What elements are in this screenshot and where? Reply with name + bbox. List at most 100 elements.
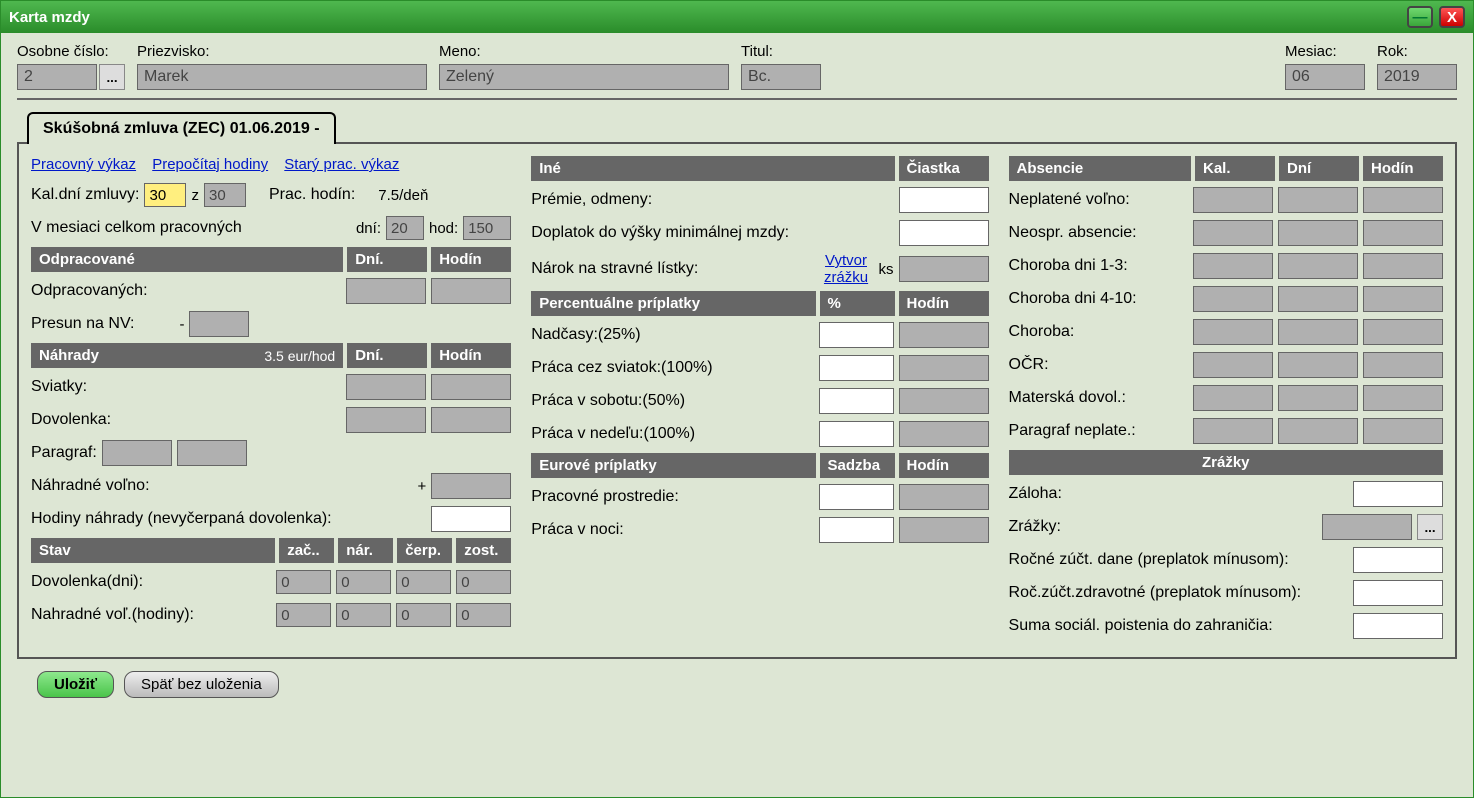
ch-hod[interactable] bbox=[1363, 319, 1443, 345]
sviatky-dni-input[interactable] bbox=[346, 374, 426, 400]
odpracovanych-hodin-input[interactable] bbox=[431, 278, 511, 304]
sviatok-pct-input[interactable] bbox=[819, 355, 894, 381]
ch13-hod[interactable] bbox=[1363, 253, 1443, 279]
nv-zost[interactable] bbox=[456, 603, 511, 627]
vytvor-zrazku-link[interactable]: Vytvor zrážku bbox=[819, 252, 874, 286]
link-pracovny-vykaz[interactable]: Pracovný výkaz bbox=[31, 156, 136, 173]
nadcasy-pct-input[interactable] bbox=[819, 322, 894, 348]
tab-contract[interactable]: Skúšobná zmluva (ZEC) 01.06.2019 - bbox=[27, 112, 336, 144]
doplatok-input[interactable] bbox=[899, 220, 989, 246]
ch410-kal[interactable] bbox=[1193, 286, 1273, 312]
sobota-hodin-input[interactable] bbox=[899, 388, 989, 414]
dovolenka-dni-input[interactable] bbox=[346, 407, 426, 433]
presun-nv-input[interactable] bbox=[189, 311, 249, 337]
mat-dni[interactable] bbox=[1278, 385, 1358, 411]
minus-label: - bbox=[179, 316, 184, 333]
nadcasy-hodin-input[interactable] bbox=[899, 322, 989, 348]
mat-hod[interactable] bbox=[1363, 385, 1443, 411]
neplat-kal[interactable] bbox=[1193, 187, 1273, 213]
ch410-hod[interactable] bbox=[1363, 286, 1443, 312]
nv-zac[interactable] bbox=[276, 603, 331, 627]
listky-input[interactable] bbox=[899, 256, 989, 282]
roc-zdrav-input[interactable] bbox=[1353, 580, 1443, 606]
dov-zost[interactable] bbox=[456, 570, 511, 594]
paragraf-input-2[interactable] bbox=[177, 440, 247, 466]
rocne-dane-label: Ročné zúčt. dane (preplatok mínusom): bbox=[1009, 551, 1348, 569]
doplatok-label: Doplatok do výšky minimálnej mzdy: bbox=[531, 224, 893, 242]
ch-dni[interactable] bbox=[1278, 319, 1358, 345]
odpracovanych-dni-input[interactable] bbox=[346, 278, 426, 304]
cancel-button[interactable]: Späť bez uloženia bbox=[124, 671, 279, 698]
kal-dni-1-input[interactable] bbox=[144, 183, 186, 207]
paragraf-input-1[interactable] bbox=[102, 440, 172, 466]
ocr-dni[interactable] bbox=[1278, 352, 1358, 378]
nedela-pct-input[interactable] bbox=[819, 421, 894, 447]
nahrady-text: Náhrady bbox=[39, 347, 99, 364]
presun-nv-label: Presun na NV: bbox=[31, 315, 134, 333]
ch13-dni[interactable] bbox=[1278, 253, 1358, 279]
nedela-hodin-input[interactable] bbox=[899, 421, 989, 447]
link-stary-vykaz[interactable]: Starý prac. výkaz bbox=[284, 156, 399, 173]
sviatky-hodin-input[interactable] bbox=[431, 374, 511, 400]
neplat-dni[interactable] bbox=[1278, 187, 1358, 213]
osobne-cislo-lookup-button[interactable]: ... bbox=[99, 64, 125, 90]
nv-cerp[interactable] bbox=[396, 603, 451, 627]
neplat-hod[interactable] bbox=[1363, 187, 1443, 213]
ch-kal[interactable] bbox=[1193, 319, 1273, 345]
meno-input[interactable] bbox=[439, 64, 729, 90]
column-worked: Pracovný výkaz Prepočítaj hodiny Starý p… bbox=[27, 152, 515, 649]
nv-nar[interactable] bbox=[336, 603, 391, 627]
mesiac-dni-input[interactable] bbox=[386, 216, 424, 240]
rocne-dane-input[interactable] bbox=[1353, 547, 1443, 573]
ch13-kal[interactable] bbox=[1193, 253, 1273, 279]
sviatok-label: Práca cez sviatok:(100%) bbox=[531, 359, 813, 377]
priezvisko-input[interactable] bbox=[137, 64, 427, 90]
ch410-dni[interactable] bbox=[1278, 286, 1358, 312]
mat-kal[interactable] bbox=[1193, 385, 1273, 411]
noc-sadzba-input[interactable] bbox=[819, 517, 894, 543]
sobota-label: Práca v sobotu:(50%) bbox=[531, 392, 813, 410]
mesiac-input[interactable] bbox=[1285, 64, 1365, 90]
window-title: Karta mzdy bbox=[9, 9, 1407, 26]
ocr-kal[interactable] bbox=[1193, 352, 1273, 378]
pn-dni[interactable] bbox=[1278, 418, 1358, 444]
pn-kal[interactable] bbox=[1193, 418, 1273, 444]
mesiac-label: Mesiac: bbox=[1285, 43, 1365, 60]
dov-zac[interactable] bbox=[276, 570, 331, 594]
osobne-cislo-input[interactable] bbox=[17, 64, 97, 90]
rok-input[interactable] bbox=[1377, 64, 1457, 90]
perc-hodin-header: Hodín bbox=[899, 291, 989, 316]
close-button[interactable]: X bbox=[1439, 6, 1465, 28]
neospr-kal[interactable] bbox=[1193, 220, 1273, 246]
sviatok-hodin-input[interactable] bbox=[899, 355, 989, 381]
premie-input[interactable] bbox=[899, 187, 989, 213]
minimize-button[interactable]: — bbox=[1407, 6, 1433, 28]
save-button[interactable]: Uložiť bbox=[37, 671, 114, 698]
neplat-label: Neplatené voľno: bbox=[1009, 191, 1188, 209]
zrazky-input[interactable] bbox=[1322, 514, 1412, 540]
nahradne-volno-input[interactable] bbox=[431, 473, 511, 499]
prostredie-hodin-input[interactable] bbox=[899, 484, 989, 510]
link-prepocitaj-hodiny[interactable]: Prepočítaj hodiny bbox=[152, 156, 268, 173]
dov-cerp[interactable] bbox=[396, 570, 451, 594]
noc-hodin-input[interactable] bbox=[899, 517, 989, 543]
perc-header: Percentuálne príplatky bbox=[531, 291, 815, 316]
prostredie-sadzba-input[interactable] bbox=[819, 484, 894, 510]
hodiny-nahrady-label: Hodiny náhrady (nevyčerpaná dovolenka): bbox=[31, 510, 426, 528]
zaloha-input[interactable] bbox=[1353, 481, 1443, 507]
mesiac-hod-input[interactable] bbox=[463, 216, 511, 240]
neospr-hod[interactable] bbox=[1363, 220, 1443, 246]
neospr-dni[interactable] bbox=[1278, 220, 1358, 246]
ocr-hod[interactable] bbox=[1363, 352, 1443, 378]
hodiny-nahrady-input[interactable] bbox=[431, 506, 511, 532]
titul-input[interactable] bbox=[741, 64, 821, 90]
dovolenka-hodin-input[interactable] bbox=[431, 407, 511, 433]
zrazky-lookup-button[interactable]: ... bbox=[1417, 514, 1443, 540]
suma-soc-input[interactable] bbox=[1353, 613, 1443, 639]
sobota-pct-input[interactable] bbox=[819, 388, 894, 414]
kal-dni-2-input[interactable] bbox=[204, 183, 246, 207]
nedela-label: Práca v nedeľu:(100%) bbox=[531, 425, 813, 443]
dov-nar[interactable] bbox=[336, 570, 391, 594]
osobne-cislo-label: Osobne číslo: bbox=[17, 43, 125, 60]
pn-hod[interactable] bbox=[1363, 418, 1443, 444]
